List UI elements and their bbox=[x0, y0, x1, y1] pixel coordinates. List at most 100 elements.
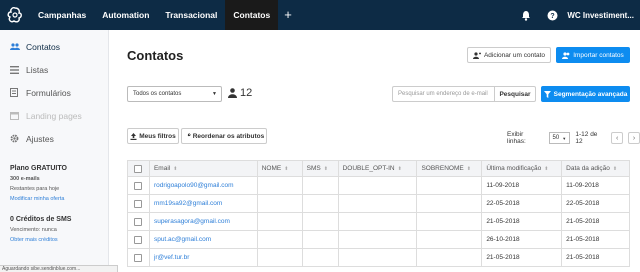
search-button[interactable]: Pesquisar bbox=[494, 86, 536, 102]
users-icon bbox=[10, 42, 26, 51]
nome-cell bbox=[257, 177, 303, 195]
table-row[interactable]: sput.ac@gmail.com 26-10-2018 21-05-2018 bbox=[128, 231, 631, 249]
email-cell[interactable]: superasagora@gmail.com bbox=[149, 213, 258, 231]
modify-offer-link[interactable]: Modificar minha oferta bbox=[10, 196, 106, 202]
row-checkbox[interactable] bbox=[134, 181, 143, 190]
table-row[interactable]: rodrigoapolo90@gmail.com 11-09-2018 11-0… bbox=[128, 177, 631, 195]
upload-icon bbox=[130, 132, 137, 140]
double-opt-in-cell bbox=[338, 177, 418, 195]
my-filters-label: Meus filtros bbox=[139, 132, 176, 140]
sidebar-item-ajustes[interactable]: Ajustes bbox=[0, 127, 108, 150]
logo-icon bbox=[7, 7, 22, 23]
email-cell[interactable]: rodrigoapolo90@gmail.com bbox=[149, 177, 258, 195]
rows-per-page-select[interactable]: 50 ▼ bbox=[548, 132, 571, 144]
add-user-icon bbox=[472, 51, 481, 59]
form-icon bbox=[10, 88, 26, 97]
list-icon bbox=[10, 65, 26, 74]
email-cell[interactable]: sput.ac@gmail.com bbox=[149, 231, 258, 249]
page-range: 1-12 de 12 bbox=[575, 131, 598, 145]
select-all-checkbox[interactable] bbox=[134, 164, 143, 173]
sms-cell bbox=[302, 249, 339, 267]
import-contacts-label: Importar contatos bbox=[573, 51, 624, 59]
row-checkbox[interactable] bbox=[134, 217, 143, 226]
sobrenome-cell bbox=[417, 231, 483, 249]
sobrenome-cell bbox=[417, 213, 483, 231]
rows-per-page-value: 50 bbox=[552, 135, 560, 141]
sobrenome-cell bbox=[417, 177, 483, 195]
double-opt-in-cell bbox=[338, 249, 418, 267]
table-header-row: Email ⬍ NOME ⬍ SMS ⬍ DOUBLE_OPT-IN ⬍ SOBRENO… bbox=[128, 161, 631, 177]
add-contact-label: Adicionar um contato bbox=[483, 51, 546, 59]
plan-title: Plano GRATUITO bbox=[10, 165, 67, 172]
caret-down-icon: ▼ bbox=[212, 91, 217, 97]
row-checkbox[interactable] bbox=[134, 235, 143, 244]
nome-cell bbox=[257, 249, 303, 267]
col-header-sobrenome[interactable]: SOBRENOME ⬍ bbox=[417, 161, 483, 177]
sort-icon: ⬍ bbox=[323, 165, 328, 172]
table-row[interactable]: superasagora@gmail.com 21-05-2018 21-05-… bbox=[128, 213, 631, 231]
add-plus-button[interactable]: + bbox=[278, 0, 298, 30]
sobrenome-cell bbox=[417, 195, 483, 213]
col-header-modified[interactable]: Última modificação ⬍ bbox=[482, 161, 563, 177]
import-users-icon bbox=[562, 51, 570, 59]
filter-icon bbox=[543, 90, 551, 98]
sidebar-item-formularios[interactable]: Formulários bbox=[0, 81, 108, 104]
browser-status-bar: Aguardando sibe.sendinblue.com... bbox=[0, 265, 118, 272]
nome-cell bbox=[257, 213, 303, 231]
email-cell[interactable]: mm19sa92@gmail.com bbox=[149, 195, 258, 213]
landing-page-icon bbox=[10, 111, 26, 120]
col-header-nome[interactable]: NOME ⬍ bbox=[257, 161, 303, 177]
col-header-added[interactable]: Data da adição ⬍ bbox=[562, 161, 631, 177]
caret-down-icon: ▼ bbox=[562, 135, 567, 141]
top-navigation: Campanhas Automation Transacional Contat… bbox=[0, 0, 640, 30]
col-header-email[interactable]: Email ⬍ bbox=[149, 161, 258, 177]
help-icon[interactable]: ? bbox=[539, 0, 565, 30]
sendinblue-logo[interactable] bbox=[0, 0, 30, 30]
advanced-segmentation-button[interactable]: Segmentação avançada bbox=[541, 86, 630, 102]
double-opt-in-cell bbox=[338, 195, 418, 213]
nav-contatos[interactable]: Contatos bbox=[225, 0, 279, 30]
modified-cell: 21-05-2018 bbox=[482, 249, 563, 267]
table-row[interactable]: jr@vef.tur.br 21-05-2018 21-05-2018 bbox=[128, 249, 631, 267]
sidebar-label: Ajustes bbox=[26, 133, 54, 144]
sort-icon: ⬍ bbox=[466, 165, 471, 172]
col-header-sms[interactable]: SMS ⬍ bbox=[302, 161, 339, 177]
email-cell[interactable]: jr@vef.tur.br bbox=[149, 249, 258, 267]
table-row[interactable]: mm19sa92@gmail.com 22-05-2018 22-05-2018 bbox=[128, 195, 631, 213]
import-contacts-button[interactable]: Importar contatos bbox=[556, 47, 630, 63]
sidebar-item-listas[interactable]: Listas bbox=[0, 58, 108, 81]
plan-info: Plano GRATUITO 300 e-mails Restantes par… bbox=[10, 165, 106, 243]
chevron-right-icon[interactable]: › bbox=[628, 132, 640, 144]
added-cell: 11-09-2018 bbox=[562, 177, 631, 195]
sort-icon: ⬍ bbox=[612, 165, 618, 172]
sort-icon: ⬍ bbox=[397, 165, 402, 172]
sms-cell bbox=[302, 231, 339, 249]
double-opt-in-cell bbox=[338, 213, 418, 231]
nav-campanhas[interactable]: Campanhas bbox=[30, 0, 94, 30]
account-menu[interactable]: WC Investiment... bbox=[565, 11, 640, 20]
contact-filter-select[interactable]: Todos os contatos ▼ bbox=[127, 86, 222, 102]
rows-per-page-label: Exibir linhas: bbox=[507, 131, 526, 145]
nav-automation[interactable]: Automation bbox=[94, 0, 157, 30]
sobrenome-cell bbox=[417, 249, 483, 267]
get-more-credits-link[interactable]: Obter mais créditos bbox=[10, 237, 106, 243]
nav-transacional[interactable]: Transacional bbox=[157, 0, 225, 30]
row-checkbox[interactable] bbox=[134, 199, 143, 208]
sidebar-item-landing-pages[interactable]: Landing pages bbox=[0, 104, 108, 127]
row-checkbox[interactable] bbox=[134, 253, 143, 262]
page-title: Contatos bbox=[127, 48, 184, 63]
bell-icon[interactable] bbox=[513, 0, 539, 30]
sidebar-item-contatos[interactable]: Contatos bbox=[0, 35, 108, 58]
my-filters-button[interactable]: Meus filtros bbox=[127, 128, 179, 144]
chevron-left-icon[interactable]: ‹ bbox=[611, 132, 624, 144]
pagination: Exibir linhas: 50 ▼ 1-12 de 12 ‹ › bbox=[507, 131, 640, 145]
sms-cell bbox=[302, 213, 339, 231]
reorder-attributes-button[interactable]: Reordenar os atributos bbox=[181, 128, 267, 144]
add-contact-button[interactable]: Adicionar um contato bbox=[467, 47, 551, 63]
contact-filter-value: Todos os contatos bbox=[133, 91, 182, 97]
email-search-input[interactable]: Pesquisar um endereço de e-mail bbox=[392, 86, 495, 102]
col-header-double-opt-in[interactable]: DOUBLE_OPT-IN ⬍ bbox=[338, 161, 418, 177]
sort-icon: ⬍ bbox=[284, 165, 289, 172]
svg-text:?: ? bbox=[550, 13, 554, 20]
modified-cell: 21-05-2018 bbox=[482, 213, 563, 231]
